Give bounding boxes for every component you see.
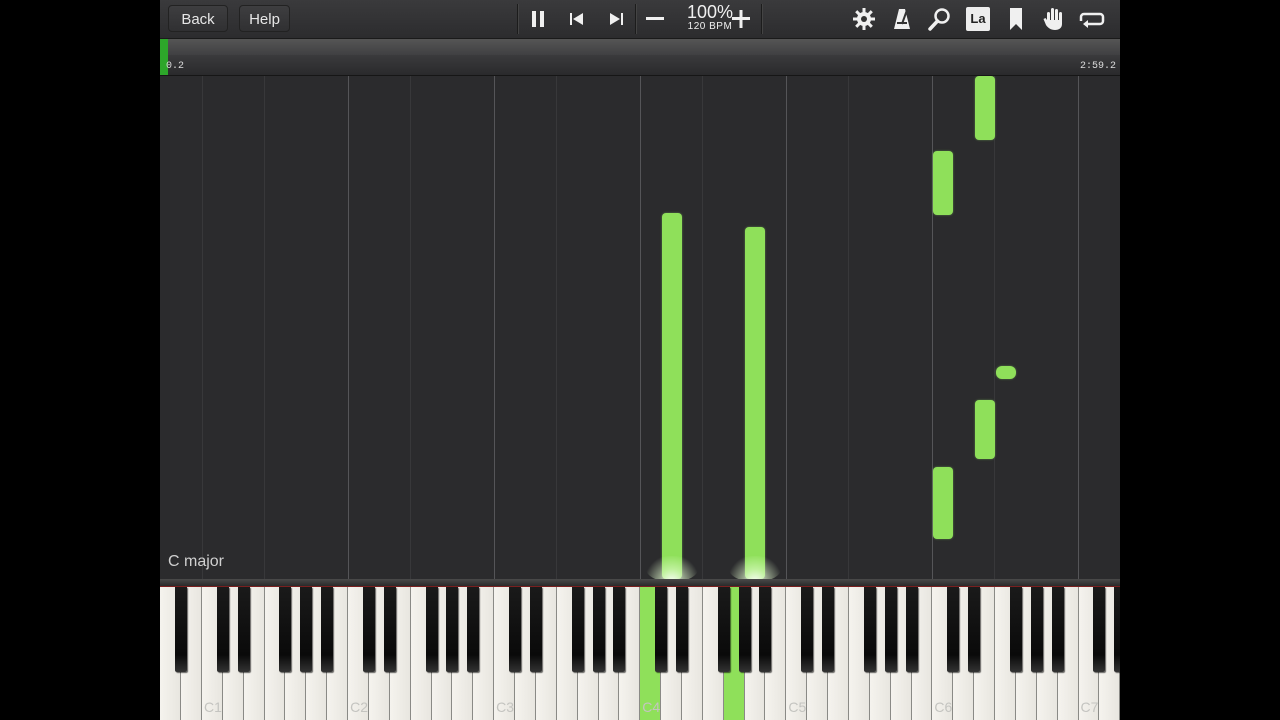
black-key-fsharp4[interactable] <box>717 587 730 672</box>
octave-label: C6 <box>934 699 953 715</box>
black-key-csharp2[interactable] <box>362 587 375 672</box>
note-c6 <box>933 151 953 215</box>
help-button[interactable]: Help <box>239 5 290 32</box>
pause-icon[interactable] <box>525 6 551 32</box>
black-key-fsharp1[interactable] <box>279 587 292 672</box>
black-key-dsharp5[interactable] <box>822 587 835 672</box>
black-key-asharp0[interactable] <box>175 587 188 672</box>
black-key-dsharp1[interactable] <box>237 587 250 672</box>
toolbar-separator <box>761 4 762 34</box>
toolbar: Back Help 100% 120 BPM La <box>160 0 1120 39</box>
black-key-dsharp4[interactable] <box>676 587 688 672</box>
back-button[interactable]: Back <box>168 5 228 32</box>
skip-forward-icon[interactable] <box>603 6 629 32</box>
black-key-dsharp7[interactable] <box>1114 587 1120 672</box>
octave-label: C7 <box>1080 699 1099 715</box>
octave-label: C5 <box>788 699 807 715</box>
skip-back-icon[interactable] <box>564 6 590 32</box>
loop-icon[interactable] <box>1079 6 1105 32</box>
black-key-asharp3[interactable] <box>613 587 626 672</box>
black-key-csharp5[interactable] <box>801 587 814 672</box>
keyboard-rail <box>160 579 1120 587</box>
end-time: 2:59.2 <box>1079 61 1116 72</box>
note-f6 <box>996 366 1016 379</box>
note-c4 <box>662 213 682 579</box>
black-key-asharp5[interactable] <box>905 587 918 672</box>
black-key-asharp6[interactable] <box>1051 587 1064 672</box>
grid-line <box>702 76 703 579</box>
grid-line <box>848 76 849 579</box>
magnifier-icon[interactable] <box>927 6 953 32</box>
toolbar-separator <box>517 4 518 34</box>
note-e6 <box>975 76 995 140</box>
black-key-csharp6[interactable] <box>947 587 960 672</box>
grid-line <box>556 76 557 579</box>
app-window: Back Help 100% 120 BPM La 0.2 2:59.2 C m… <box>160 0 1120 720</box>
grid-line <box>994 76 995 579</box>
black-key-fsharp6[interactable] <box>1009 587 1022 672</box>
toolbar-separator <box>635 4 636 34</box>
piano-keyboard[interactable]: C1 C2 C3 C4 C5 C6 C7 <box>160 579 1120 720</box>
black-key-gsharp6[interactable] <box>1030 587 1043 672</box>
black-key-gsharp4[interactable] <box>738 587 751 672</box>
key-signature-label: C major <box>168 553 225 570</box>
octave-label: C3 <box>496 699 515 715</box>
bookmark-icon[interactable] <box>1003 6 1029 32</box>
grid-line <box>1078 76 1079 579</box>
black-key-csharp3[interactable] <box>509 587 522 672</box>
octave-label: C1 <box>204 699 222 715</box>
black-key-asharp1[interactable] <box>321 587 334 672</box>
black-key-fsharp3[interactable] <box>571 587 584 672</box>
hit-glow <box>646 556 698 579</box>
black-key-fsharp5[interactable] <box>863 587 876 672</box>
black-key-fsharp2[interactable] <box>425 587 438 672</box>
metronome-icon[interactable] <box>889 6 915 32</box>
black-key-gsharp1[interactable] <box>300 587 313 672</box>
progress-bar[interactable]: 0.2 2:59.2 <box>160 39 1120 76</box>
black-key-dsharp2[interactable] <box>383 587 396 672</box>
plus-icon[interactable] <box>728 6 754 32</box>
note-c6 <box>933 467 953 539</box>
black-key-csharp1[interactable] <box>216 587 229 672</box>
black-key-gsharp3[interactable] <box>592 587 605 672</box>
black-key-csharp7[interactable] <box>1093 587 1106 672</box>
grid-line <box>348 76 349 579</box>
grid-line <box>640 76 641 579</box>
hit-glow <box>729 556 781 579</box>
grid-line <box>264 76 265 579</box>
octave-label: C2 <box>350 699 368 715</box>
note-roll: C major <box>160 76 1120 579</box>
note-e6 <box>975 400 995 459</box>
black-key-dsharp6[interactable] <box>968 587 981 672</box>
progress-track <box>160 39 1120 55</box>
black-key-asharp2[interactable] <box>467 587 480 672</box>
black-key-csharp4[interactable] <box>655 587 668 672</box>
note-g4 <box>745 227 765 579</box>
current-time: 0.2 <box>166 61 185 72</box>
grid-line <box>494 76 495 579</box>
note-labels-text: La <box>966 7 990 31</box>
black-key-asharp4[interactable] <box>759 587 772 672</box>
note-labels-icon[interactable]: La <box>965 6 991 32</box>
hand-icon[interactable] <box>1041 6 1067 32</box>
grid-line <box>786 76 787 579</box>
black-key-dsharp3[interactable] <box>529 587 542 672</box>
black-key-gsharp5[interactable] <box>884 587 897 672</box>
gear-icon[interactable] <box>851 6 877 32</box>
black-key-gsharp2[interactable] <box>446 587 459 672</box>
minus-icon[interactable] <box>642 6 668 32</box>
grid-line <box>202 76 203 579</box>
grid-line <box>410 76 411 579</box>
octave-label: C4 <box>642 699 661 715</box>
